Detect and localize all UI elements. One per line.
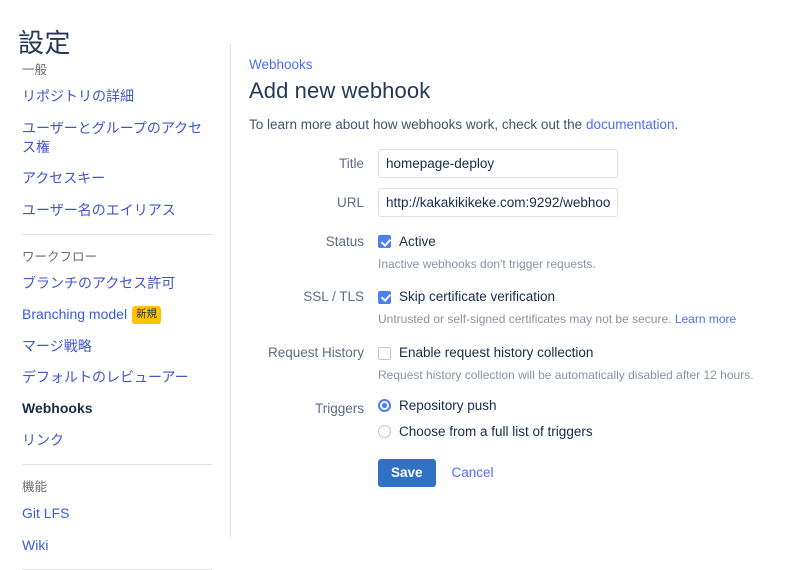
save-button[interactable]: Save: [378, 458, 436, 487]
sidebar-divider-2: [22, 463, 212, 465]
sidebar-item-user-group-access[interactable]: ユーザーとグループのアクセス権: [22, 119, 212, 158]
form-row-request-history: Request History Enable request history c…: [249, 338, 789, 394]
sidebar-group-heading: 機能: [22, 479, 48, 494]
new-badge: 新規: [132, 306, 162, 324]
sidebar-item-branching-model[interactable]: Branching model 新規: [22, 305, 212, 324]
url-label: URL: [336, 194, 364, 210]
full-list-label[interactable]: Choose from a full list of triggers: [399, 424, 593, 440]
form-row-ssl: SSL / TLS Skip certificate verification …: [249, 282, 789, 338]
sidebar-divider-vertical: [230, 44, 231, 537]
breadcrumb-webhooks[interactable]: Webhooks: [249, 57, 313, 73]
ssl-checkbox-row: Skip certificate verification: [378, 282, 789, 312]
sidebar-item-branch-permissions[interactable]: ブランチのアクセス許可: [22, 274, 212, 293]
title-label: Title: [338, 155, 364, 171]
sidebar-item-webhooks[interactable]: Webhooks: [22, 399, 212, 418]
sidebar-group-heading: ワークフロー: [22, 249, 98, 264]
url-input[interactable]: [378, 187, 618, 217]
status-active-label[interactable]: Active: [399, 234, 436, 250]
sidebar-item-username-aliases[interactable]: ユーザー名のエイリアス: [22, 201, 212, 220]
full-list-radio[interactable]: [378, 425, 391, 439]
main-heading: Add new webhook: [249, 78, 431, 103]
sidebar-group-features: 機能 Git LFS Wiki: [22, 469, 212, 555]
request-history-checkbox-label[interactable]: Enable request history collection: [399, 345, 593, 361]
settings-page: 設定 一般 リポジトリの詳細 ユーザーとグループのアクセス権 アクセスキー ユー…: [0, 0, 800, 570]
sidebar-item-access-keys[interactable]: アクセスキー: [22, 169, 212, 188]
sidebar-group-heading: 一般: [22, 63, 48, 77]
cancel-button[interactable]: Cancel: [452, 465, 494, 480]
form-row-triggers: Triggers Repository push Choose from a f…: [249, 394, 789, 487]
sidebar-item-merge-strategies[interactable]: マージ戦略: [22, 337, 212, 356]
sidebar-group-general: 一般 リポジトリの詳細 ユーザーとグループのアクセス権 アクセスキー ユーザー名…: [22, 52, 212, 220]
trigger-option-full-list[interactable]: Choose from a full list of triggers: [378, 420, 789, 444]
status-label: Status: [325, 233, 364, 249]
request-history-checkbox[interactable]: [378, 346, 391, 360]
repository-push-radio[interactable]: [378, 399, 391, 413]
triggers-label: Triggers: [314, 400, 364, 416]
documentation-link[interactable]: documentation: [586, 117, 675, 132]
ssl-skip-verification-label[interactable]: Skip certificate verification: [399, 289, 555, 305]
repository-push-label[interactable]: Repository push: [399, 398, 497, 414]
ssl-help-text: Untrusted or self-signed certificates ma…: [378, 312, 789, 338]
request-history-checkbox-row: Enable request history collection: [378, 338, 789, 368]
status-active-checkbox[interactable]: [378, 235, 391, 249]
form-actions: Save Cancel: [378, 458, 789, 487]
intro-text: To learn more about how webhooks work, c…: [249, 116, 789, 135]
sidebar-item-repository-details[interactable]: リポジトリの詳細: [22, 87, 212, 106]
trigger-option-repository-push[interactable]: Repository push: [378, 394, 789, 418]
ssl-learn-more-link[interactable]: Learn more: [675, 312, 736, 326]
sidebar-item-default-reviewers[interactable]: デフォルトのレビューアー: [22, 368, 212, 387]
webhook-form: Title URL Status Acti: [249, 148, 789, 487]
ssl-label: SSL / TLS: [303, 289, 364, 305]
sidebar-divider-1: [22, 233, 212, 235]
sidebar-item-links[interactable]: リンク: [22, 431, 212, 450]
sidebar-item-git-lfs[interactable]: Git LFS: [22, 504, 212, 523]
sidebar-item-label: Branching model: [22, 306, 128, 323]
settings-sidebar: 一般 リポジトリの詳細 ユーザーとグループのアクセス権 アクセスキー ユーザー名…: [0, 52, 230, 570]
intro-prefix: To learn more about how webhooks work, c…: [249, 117, 586, 132]
request-history-label: Request History: [267, 345, 364, 361]
title-input[interactable]: [378, 148, 618, 178]
status-checkbox-row: Active: [378, 227, 789, 257]
intro-suffix: .: [674, 117, 679, 132]
form-row-url: URL: [249, 187, 789, 218]
request-history-help-text: Request history collection will be autom…: [378, 368, 754, 383]
sidebar-group-workflow: ワークフロー ブランチのアクセス許可 Branching model 新規 マージ…: [22, 239, 212, 450]
ssl-help-prefix: Untrusted or self-signed certificates ma…: [378, 312, 675, 327]
main-content: Webhooks Add new webhook To learn more a…: [249, 56, 789, 487]
form-row-status: Status Active Inactive webhooks don't tr…: [249, 227, 789, 283]
ssl-skip-verification-checkbox[interactable]: [378, 290, 391, 304]
status-help-text: Inactive webhooks don't trigger requests…: [378, 256, 596, 271]
form-row-title: Title: [249, 148, 789, 179]
sidebar-item-wiki[interactable]: Wiki: [22, 536, 212, 555]
